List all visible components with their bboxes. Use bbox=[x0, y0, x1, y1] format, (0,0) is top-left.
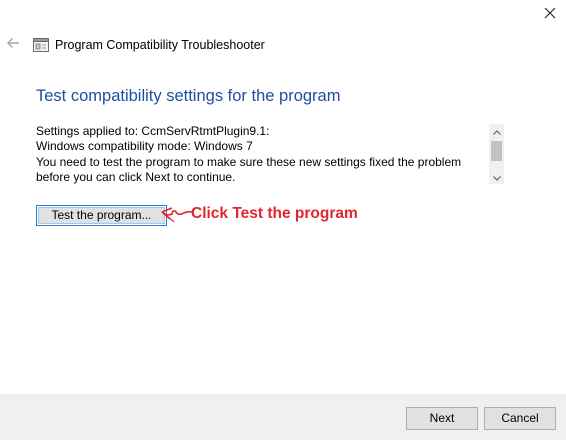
close-button[interactable] bbox=[537, 3, 563, 27]
close-icon bbox=[544, 6, 556, 24]
chevron-down-icon bbox=[492, 168, 501, 186]
settings-text: Settings applied to: CcmServRtmtPlugin9.… bbox=[36, 124, 486, 186]
troubleshooter-icon bbox=[33, 38, 49, 52]
settings-text-box[interactable]: Settings applied to: CcmServRtmtPlugin9.… bbox=[36, 124, 504, 186]
settings-line: before you can click Next to continue. bbox=[36, 170, 236, 185]
settings-line: Settings applied to: CcmServRtmtPlugin9.… bbox=[36, 124, 270, 138]
back-button[interactable] bbox=[3, 35, 23, 55]
vertical-scrollbar[interactable] bbox=[489, 124, 504, 184]
scroll-up-button[interactable] bbox=[489, 124, 504, 138]
settings-line: Windows compatibility mode: Windows 7 bbox=[36, 139, 253, 154]
annotation-label: Click Test the program bbox=[191, 205, 358, 222]
window-title: Program Compatibility Troubleshooter bbox=[55, 38, 265, 52]
page-heading: Test compatibility settings for the prog… bbox=[36, 87, 341, 105]
scroll-thumb[interactable] bbox=[491, 141, 502, 161]
test-program-button[interactable]: Test the program... bbox=[36, 205, 167, 226]
chevron-up-icon bbox=[492, 122, 501, 140]
annotation-arrow-icon bbox=[161, 207, 193, 223]
back-arrow-icon bbox=[6, 36, 20, 54]
footer-bar: Next Cancel bbox=[0, 394, 566, 440]
settings-line: You need to test the program to make sur… bbox=[36, 154, 462, 169]
scroll-down-button[interactable] bbox=[489, 170, 504, 184]
cancel-button[interactable]: Cancel bbox=[484, 407, 556, 430]
next-button[interactable]: Next bbox=[406, 407, 478, 430]
